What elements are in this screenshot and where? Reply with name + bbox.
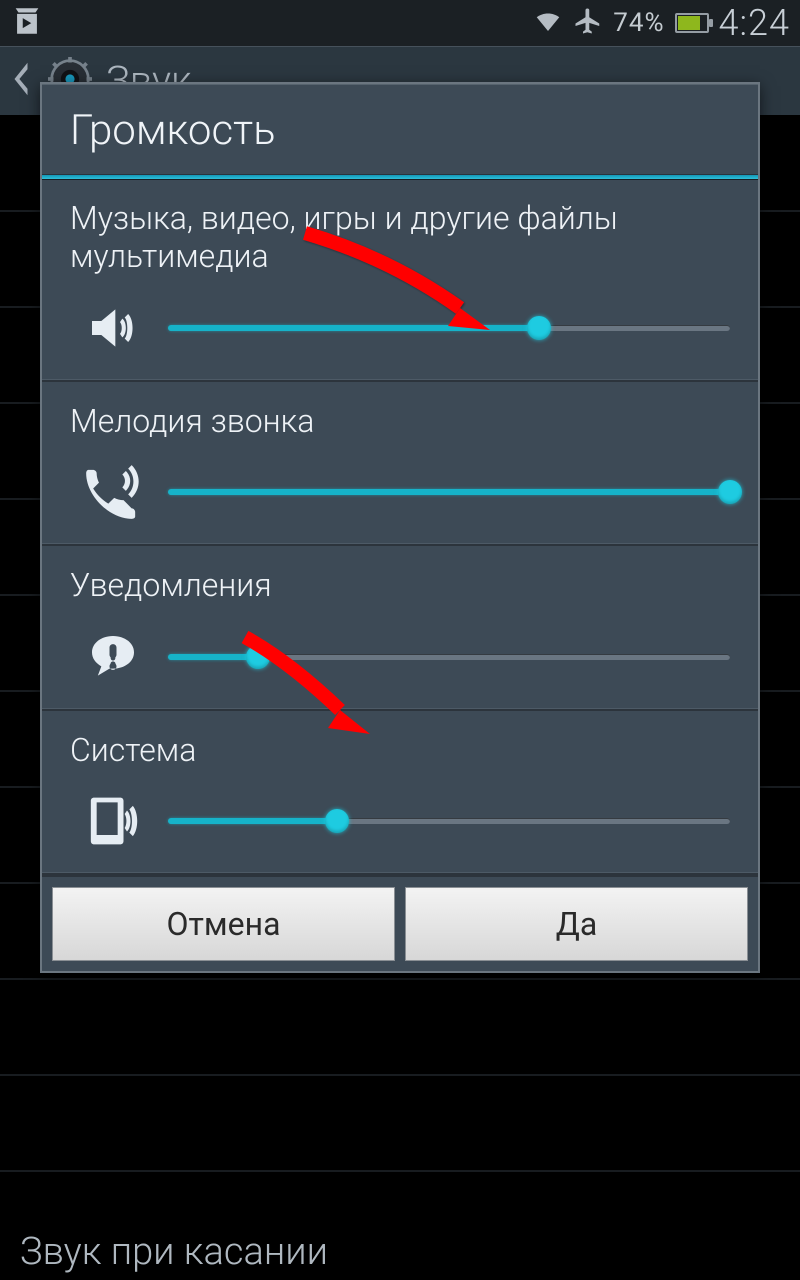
dialog-title: Громкость <box>42 84 758 175</box>
ringtone-volume-label: Мелодия звонка <box>70 402 730 440</box>
speaker-icon <box>78 300 148 356</box>
cancel-button[interactable]: Отмена <box>52 887 395 961</box>
device-sound-icon <box>78 793 148 849</box>
volume-dialog: Громкость Музыка, видео, игры и другие ф… <box>40 82 760 973</box>
notification-volume-slider[interactable] <box>168 642 730 672</box>
media-volume-label: Музыка, видео, игры и другие файлы мульт… <box>70 199 730 276</box>
media-volume-slider[interactable] <box>168 313 730 343</box>
phone-ring-icon <box>78 464 148 520</box>
media-volume-section: Музыка, видео, игры и другие файлы мульт… <box>42 179 758 382</box>
ringtone-volume-section: Мелодия звонка <box>42 382 758 546</box>
system-volume-section: Система <box>42 711 758 875</box>
system-volume-label: Система <box>70 731 730 769</box>
dialog-button-bar: Отмена Да <box>42 875 758 971</box>
ringtone-volume-slider[interactable] <box>168 477 730 507</box>
notification-icon <box>78 629 148 685</box>
notification-volume-section: Уведомления <box>42 546 758 710</box>
notification-volume-label: Уведомления <box>70 566 730 604</box>
system-volume-slider[interactable] <box>168 806 730 836</box>
ok-button[interactable]: Да <box>405 887 748 961</box>
